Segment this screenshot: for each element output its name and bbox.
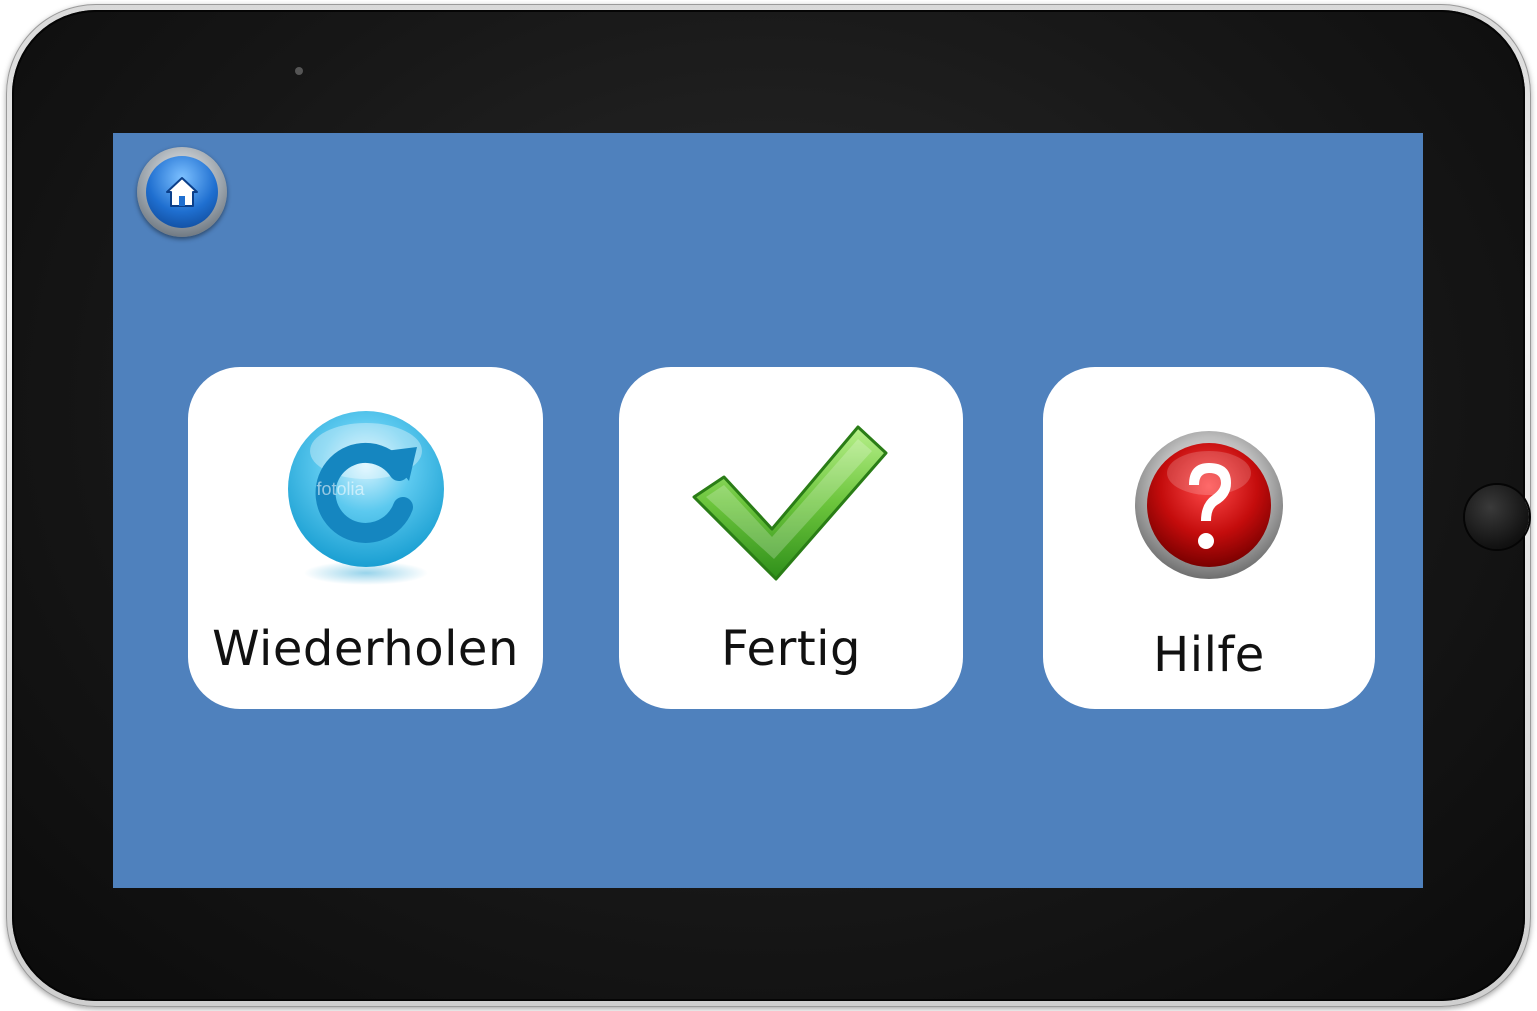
help-tile[interactable]: Hilfe (1043, 367, 1375, 709)
repeat-label: Wiederholen (212, 621, 519, 677)
home-button[interactable] (137, 147, 227, 237)
help-label: Hilfe (1153, 627, 1265, 683)
fotolia-watermark: fotolia (316, 479, 365, 499)
repeat-tile[interactable]: fotolia Wiederholen (188, 367, 543, 709)
checkmark-icon (686, 419, 896, 589)
help-icon (1133, 429, 1285, 581)
app-screen: fotolia Wiederholen Fertig Hilfe (113, 133, 1423, 888)
home-icon (146, 156, 218, 228)
done-tile[interactable]: Fertig (619, 367, 963, 709)
refresh-icon: fotolia (281, 407, 451, 587)
camera-dot (295, 67, 303, 75)
done-label: Fertig (721, 621, 861, 677)
hardware-home-button[interactable] (1465, 485, 1529, 549)
